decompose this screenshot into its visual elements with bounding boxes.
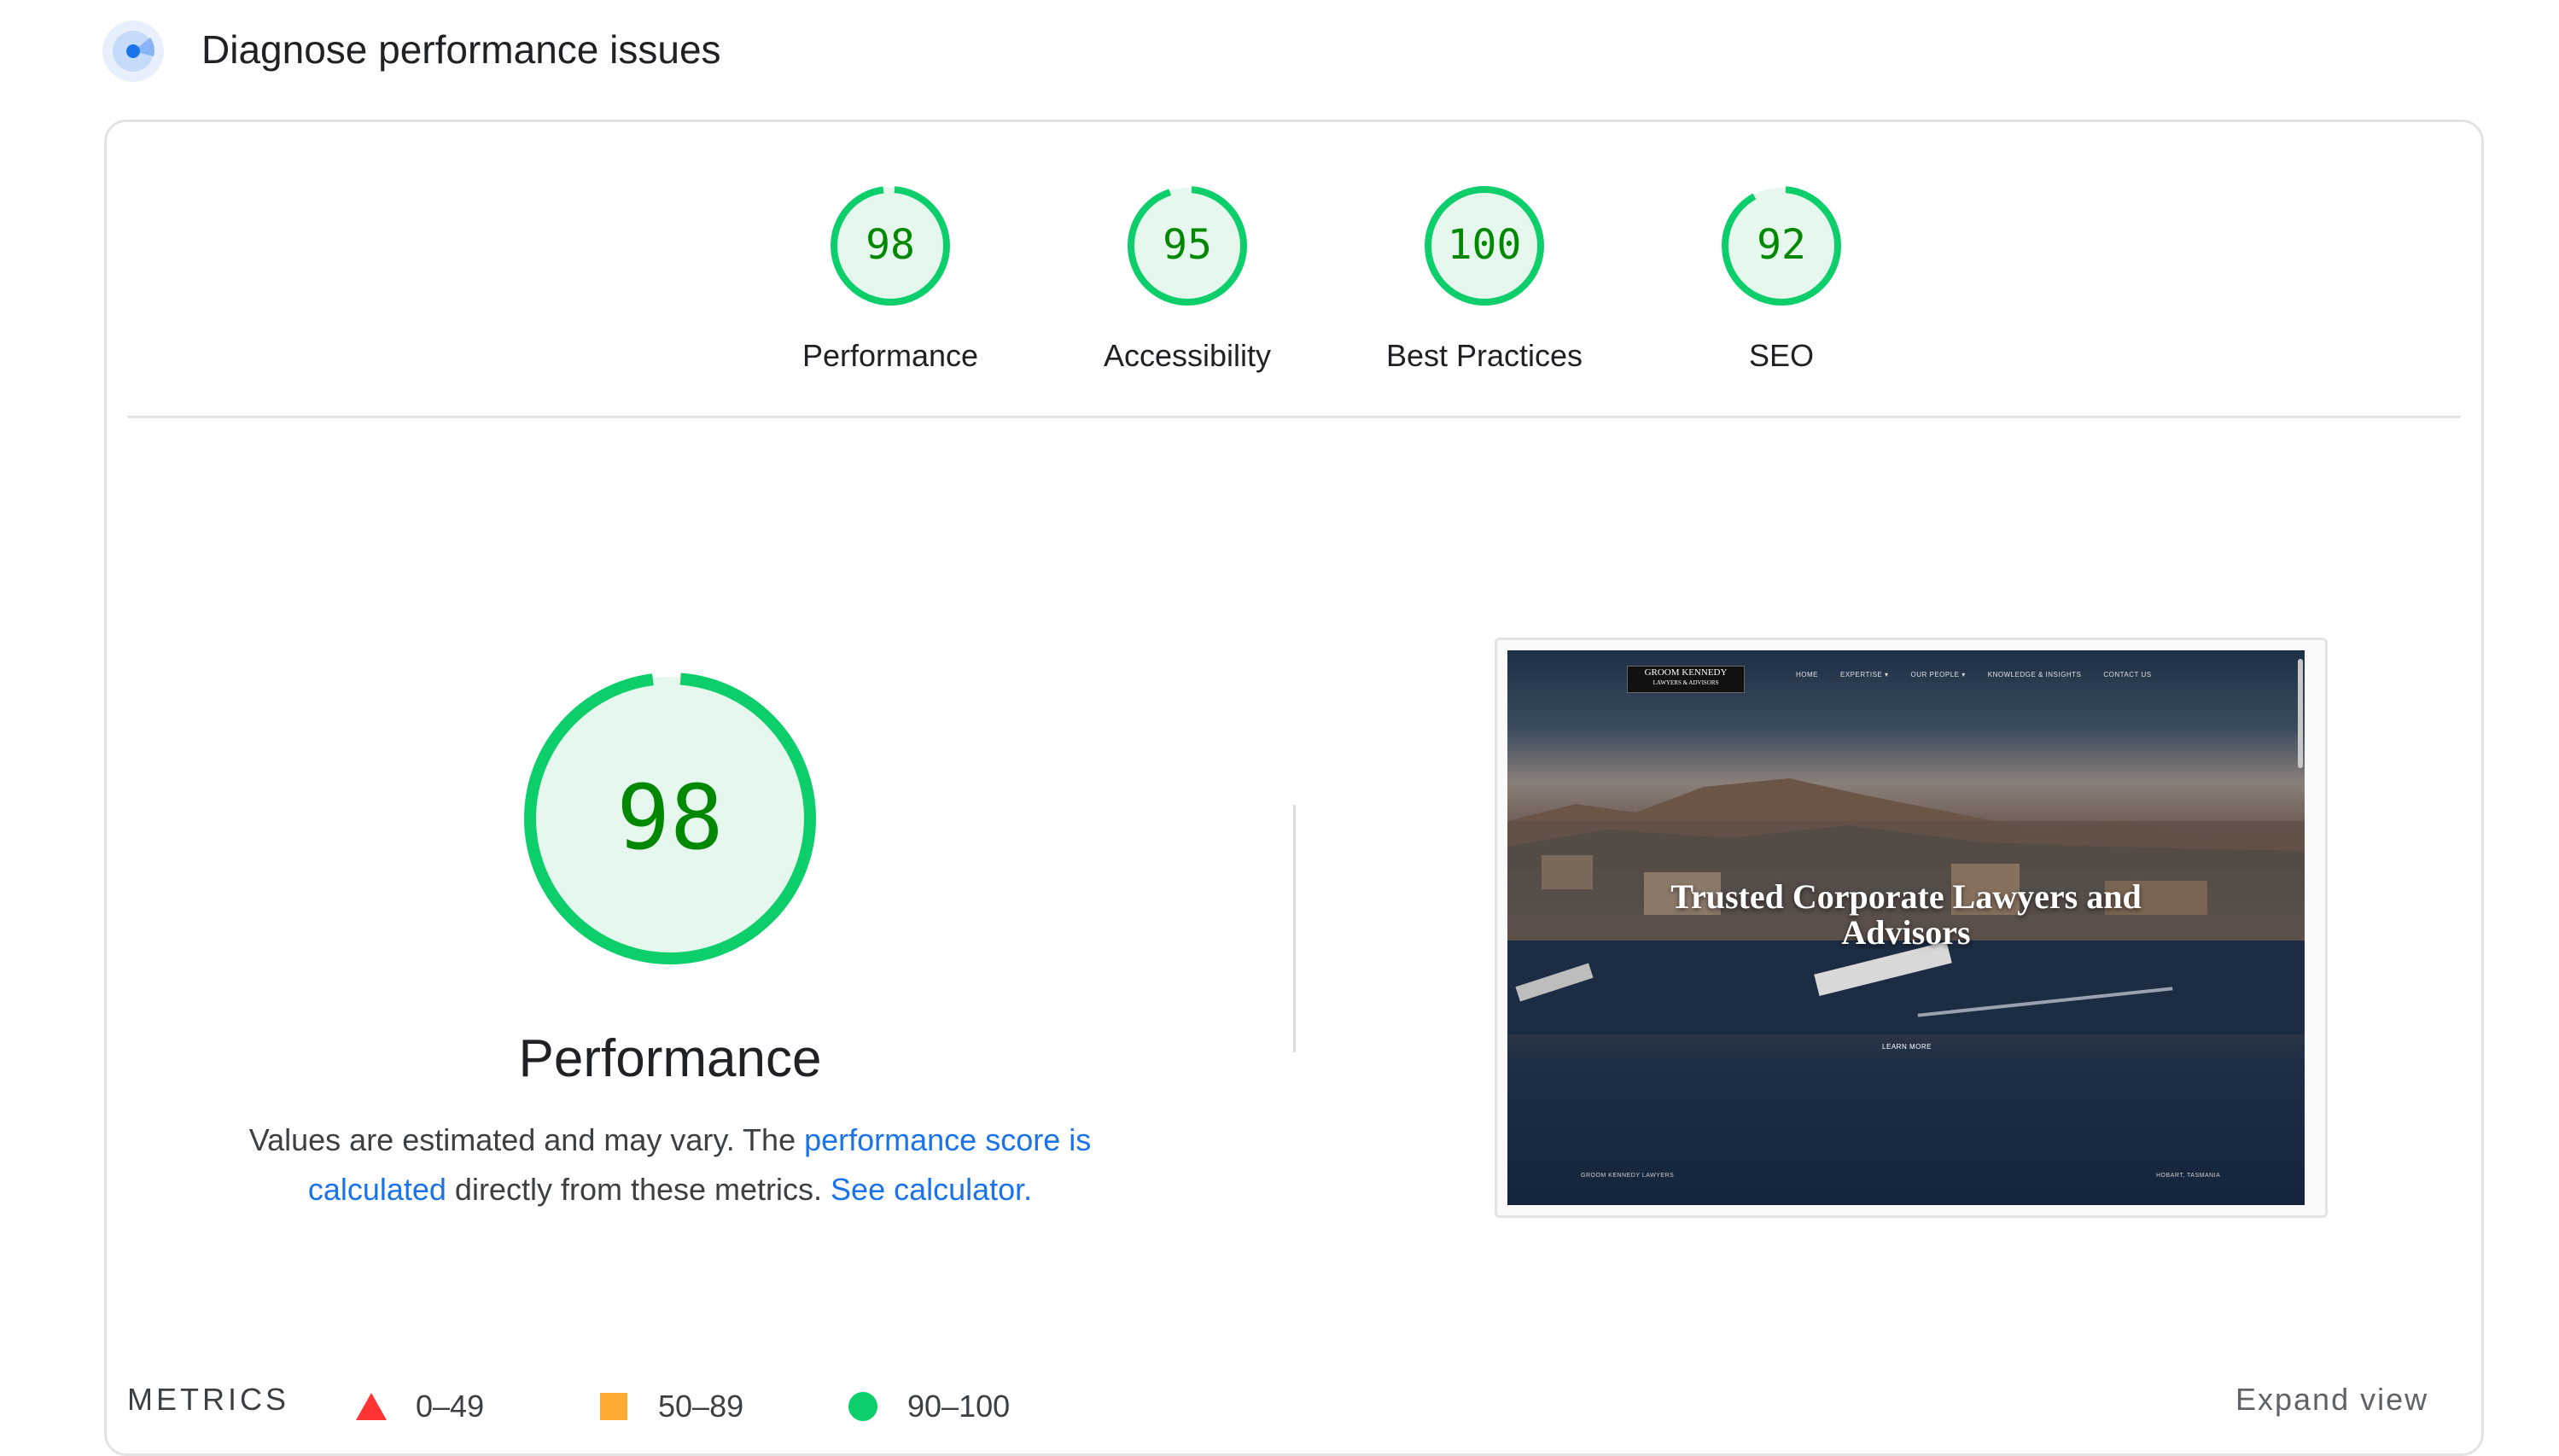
circle-icon	[848, 1392, 877, 1421]
performance-description: Values are estimated and may vary. The p…	[248, 1122, 1092, 1207]
section-divider	[127, 416, 2461, 418]
gauge-label: Performance	[802, 338, 979, 373]
see-calculator-link[interactable]: See calculator.	[831, 1172, 1032, 1207]
hero-cta: LEARN MORE	[1882, 1043, 1932, 1051]
screenshot-image: GROOM KENNEDY LAWYERS & ADVISORS HOME EX…	[1507, 650, 2305, 1205]
gauge-ring: 100	[1425, 186, 1544, 306]
gauge-score: 95	[1163, 221, 1212, 269]
category-gauges: 98 Performance 95 Accessibility 100 Best…	[107, 182, 2481, 438]
gauge-ring: 95	[1128, 186, 1247, 306]
gauge-performance[interactable]: 98 Performance	[762, 182, 1018, 376]
legend-fail: 0–49	[354, 1389, 484, 1424]
vertical-divider	[1293, 805, 1296, 1052]
gauge-score: 92	[1757, 221, 1806, 269]
square-icon	[600, 1393, 627, 1420]
page-title: Diagnose performance issues	[201, 27, 721, 72]
gauge-best-practices[interactable]: 100 Best Practices	[1356, 182, 1612, 376]
legend-pass: 90–100	[846, 1389, 1010, 1424]
final-screenshot[interactable]: GROOM KENNEDY LAWYERS & ADVISORS HOME EX…	[1495, 638, 2328, 1218]
gauge-ring: 92	[1722, 186, 1841, 306]
site-logo: GROOM KENNEDY LAWYERS & ADVISORS	[1627, 666, 1745, 693]
performance-title: Performance	[518, 1029, 822, 1088]
performance-gauge-large: 98	[516, 665, 824, 972]
lighthouse-icon	[101, 19, 166, 84]
legend-average: 50–89	[597, 1389, 743, 1424]
gauge-score: 98	[866, 221, 915, 269]
gauge-label: SEO	[1748, 338, 1815, 373]
site-footer-right: HOBART, TASMANIA	[2156, 1173, 2221, 1179]
gauge-label: Best Practices	[1385, 338, 1583, 373]
performance-score: 98	[616, 766, 723, 870]
metrics-heading: METRICS	[127, 1382, 289, 1417]
gauge-seo[interactable]: 92 SEO	[1653, 182, 1909, 376]
triangle-icon	[356, 1393, 387, 1420]
gauge-accessibility[interactable]: 95 Accessibility	[1059, 182, 1315, 376]
hero-heading: Trusted Corporate Lawyers and Advisors	[1670, 877, 2142, 952]
expand-view-button[interactable]: Expand view	[2235, 1382, 2428, 1418]
site-nav: HOME EXPERTISE ▾ OUR PEOPLE ▾ KNOWLEDGE …	[1796, 671, 2152, 678]
screenshot-scrollbar	[2298, 659, 2303, 768]
gauge-label: Accessibility	[1103, 338, 1272, 373]
site-footer-left: GROOM KENNEDY LAWYERS	[1581, 1173, 1675, 1179]
gauge-ring: 98	[831, 186, 950, 306]
gauge-score: 100	[1448, 221, 1522, 269]
report-card: 98 Performance 95 Accessibility 100 Best…	[104, 119, 2484, 1456]
